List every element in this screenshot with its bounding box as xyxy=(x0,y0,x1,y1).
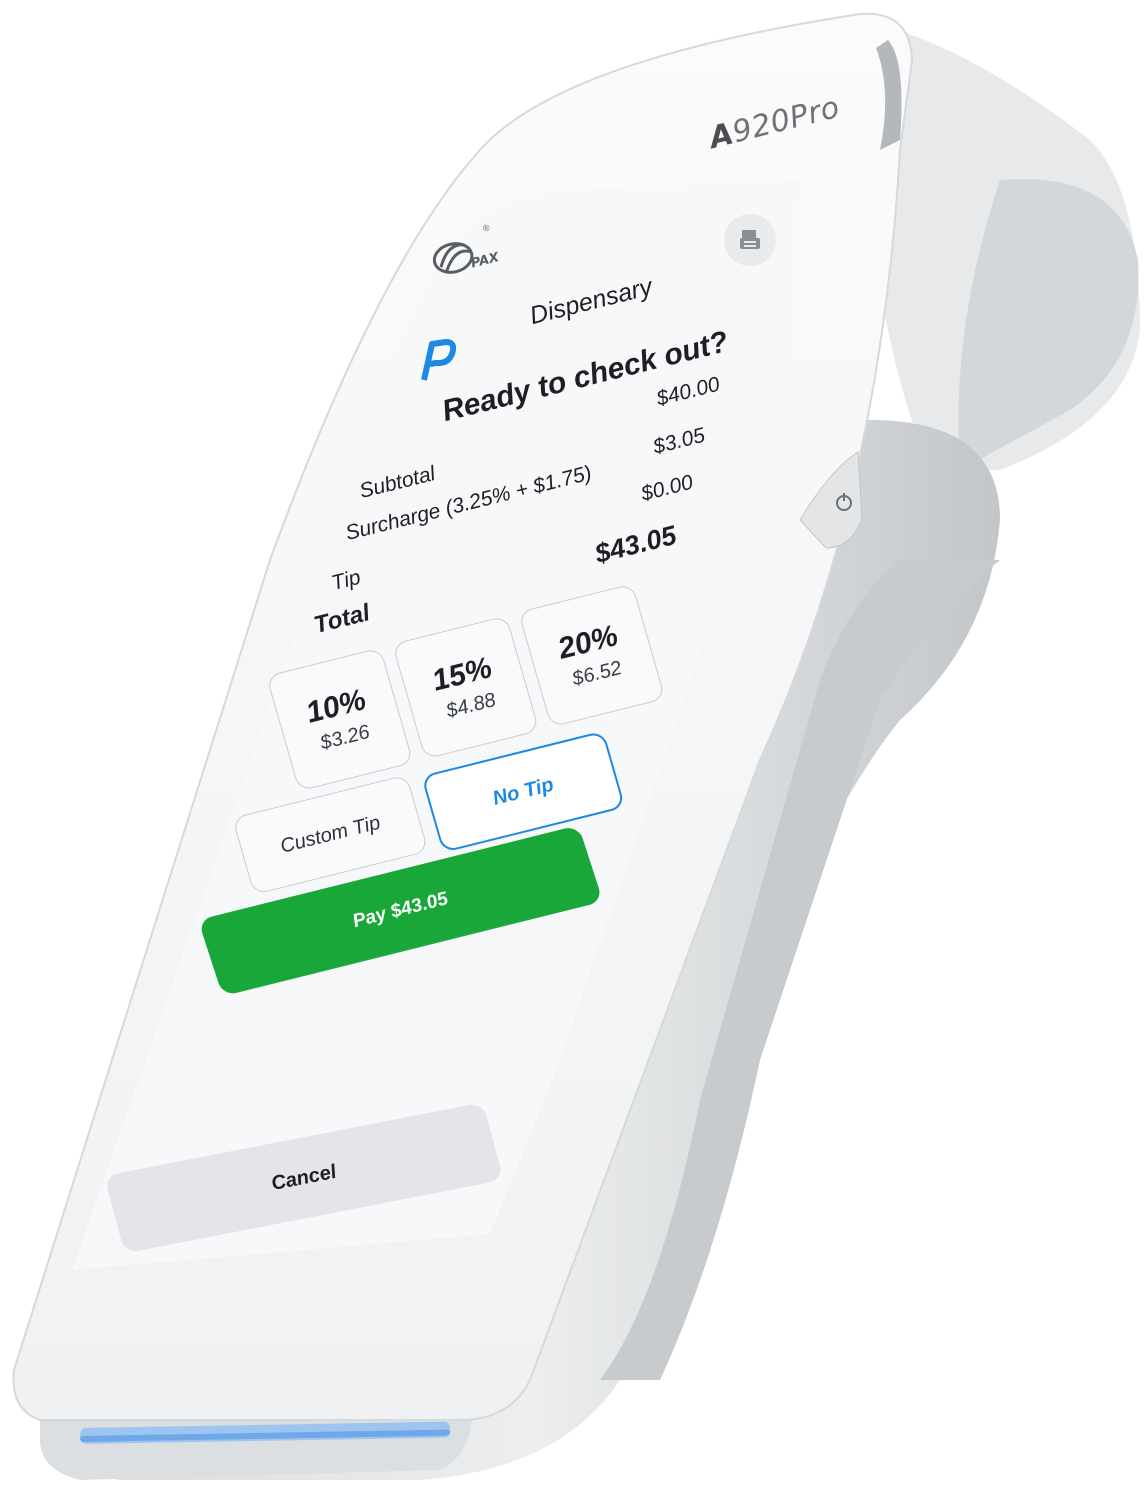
printer-glyph-icon xyxy=(740,230,760,249)
payment-p-logo-icon xyxy=(421,339,457,381)
power-icon[interactable] xyxy=(830,488,858,516)
receipt-printer-icon[interactable] xyxy=(724,214,776,266)
registered-mark: ® xyxy=(481,222,491,234)
